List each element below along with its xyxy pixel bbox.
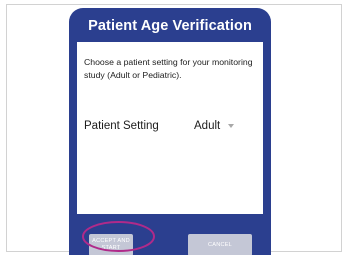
screenshot-stage: Patient Age Verification Choose a patien… xyxy=(0,0,348,255)
patient-age-dialog: Patient Age Verification Choose a patien… xyxy=(69,8,271,255)
frame-border-top xyxy=(6,4,342,5)
cancel-label: CANCEL xyxy=(208,241,232,248)
dialog-content-panel: Choose a patient setting for your monito… xyxy=(77,42,263,214)
frame-border-left xyxy=(6,4,7,252)
cancel-button[interactable]: CANCEL xyxy=(188,234,252,255)
patient-setting-row[interactable]: Patient Setting Adult xyxy=(84,118,260,134)
highlight-ellipse xyxy=(82,221,155,252)
patient-setting-label: Patient Setting xyxy=(84,120,159,132)
dialog-title: Patient Age Verification xyxy=(88,18,252,34)
chevron-down-icon[interactable] xyxy=(228,124,234,128)
frame-border-right xyxy=(341,4,342,252)
highlight-ellipse-outline xyxy=(82,221,155,252)
instructions-text: Choose a patient setting for your monito… xyxy=(84,57,253,80)
patient-setting-select[interactable]: Adult xyxy=(194,118,220,134)
